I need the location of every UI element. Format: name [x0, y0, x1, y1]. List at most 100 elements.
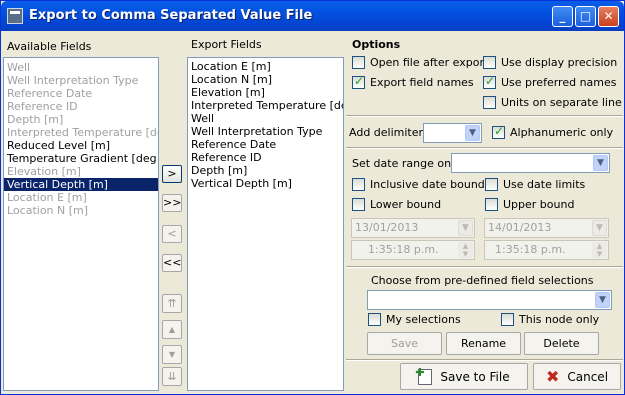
remove-all-fields-button[interactable]: <<: [162, 254, 182, 272]
open-file-after-export-checkbox[interactable]: Open file after export: [352, 56, 488, 69]
export-field-item[interactable]: Reference ID: [188, 151, 343, 164]
lower-time-value: 1:35:18 p.m.: [368, 243, 439, 256]
checkbox-box[interactable]: [492, 124, 505, 139]
checkbox-box[interactable]: [352, 198, 365, 211]
move-bottom-icon[interactable]: ⇊: [162, 367, 182, 386]
available-field-item[interactable]: Well Interpretation Type: [4, 74, 158, 87]
cancel-icon: ✖: [545, 367, 560, 386]
inclusive-date-bounds-checkbox[interactable]: Inclusive date bounds: [352, 178, 491, 191]
checkbox-box[interactable]: [483, 56, 496, 69]
available-field-item[interactable]: Location N [m]: [4, 204, 158, 217]
lower-bound-checkbox[interactable]: Lower bound: [352, 198, 441, 211]
upper-date-value: 14/01/2013: [488, 221, 552, 234]
predefined-selections-select[interactable]: ▼: [367, 290, 612, 310]
rename-selection-button[interactable]: Rename: [446, 332, 521, 355]
dropdown-arrow-icon[interactable]: ▼: [593, 155, 608, 171]
cancel-button[interactable]: ✖ Cancel: [533, 363, 621, 390]
checkbox-box[interactable]: [501, 313, 514, 326]
checkbox-box[interactable]: [483, 74, 496, 89]
export-field-item[interactable]: Depth [m]: [188, 164, 343, 177]
alphanumeric-only-checkbox[interactable]: Alphanumeric only: [492, 124, 613, 139]
available-field-item[interactable]: Temperature Gradient [deg C/m]: [4, 152, 158, 165]
add-delimiters-label: Add delimiters: [349, 126, 429, 139]
checkbox-box[interactable]: [485, 198, 498, 211]
export-dialog: Export to Comma Separated Value File _ □…: [0, 0, 625, 395]
divider: [346, 147, 623, 149]
maximize-button[interactable]: □: [575, 6, 596, 27]
export-fields-header: Export Fields: [191, 38, 262, 51]
minimize-button[interactable]: _: [552, 6, 573, 27]
save-to-file-button[interactable]: ✚ Save to File: [400, 363, 528, 390]
upper-bound-checkbox[interactable]: Upper bound: [485, 198, 574, 211]
available-field-item[interactable]: Reduced Level [m]: [4, 139, 158, 152]
dropdown-arrow-icon[interactable]: ▼: [595, 292, 610, 308]
checkbox-label: Export field names: [370, 76, 474, 89]
checkbox-box[interactable]: [485, 178, 498, 191]
lower-date-value: 13/01/2013: [355, 221, 419, 234]
export-field-item[interactable]: Elevation [m]: [188, 86, 343, 99]
date-range-select[interactable]: ▼: [451, 153, 610, 173]
available-field-item[interactable]: Reference Date: [4, 87, 158, 100]
upper-date-picker[interactable]: 14/01/2013 ▼: [484, 218, 609, 238]
export-field-item[interactable]: Location N [m]: [188, 73, 343, 86]
checkbox-box[interactable]: [352, 178, 365, 191]
this-node-only-checkbox[interactable]: This node only: [501, 313, 599, 326]
available-field-item[interactable]: Elevation [m]: [4, 165, 158, 178]
upper-time-spinner[interactable]: 1:35:18 p.m. ▲ ▼: [484, 240, 609, 260]
move-down-icon[interactable]: ▼: [162, 345, 182, 364]
available-field-item[interactable]: Vertical Depth [m]: [4, 178, 158, 191]
checkbox-label: Inclusive date bounds: [370, 178, 491, 191]
spinner-arrows-icon[interactable]: ▲ ▼: [592, 242, 607, 258]
checkbox-label: Units on separate line: [501, 96, 622, 109]
export-field-item[interactable]: Interpreted Temperature [deg C]: [188, 99, 343, 112]
move-top-icon[interactable]: ⇈: [162, 294, 182, 313]
spinner-arrows-icon[interactable]: ▲ ▼: [458, 242, 473, 258]
export-fields-list[interactable]: Location E [m] Location N [m] Elevation [m…: [187, 57, 344, 391]
predefined-selections-header: Choose from pre-defined field selections: [371, 274, 594, 287]
title-bar[interactable]: Export to Comma Separated Value File _ □…: [1, 1, 624, 31]
available-fields-header: Available Fields: [7, 40, 92, 53]
export-field-names-checkbox[interactable]: Export field names: [352, 74, 474, 89]
available-field-item[interactable]: Depth [m]: [4, 113, 158, 126]
cancel-label: Cancel: [567, 369, 609, 384]
dropdown-arrow-icon[interactable]: ▼: [458, 220, 473, 236]
move-up-icon[interactable]: ▲: [162, 320, 182, 339]
use-preferred-names-checkbox[interactable]: Use preferred names: [483, 74, 617, 89]
checkbox-label: Upper bound: [503, 198, 575, 211]
dropdown-arrow-icon[interactable]: ▼: [592, 220, 607, 236]
divider: [346, 115, 623, 117]
export-field-item[interactable]: Vertical Depth [m]: [188, 177, 343, 190]
export-field-item[interactable]: Well: [188, 112, 343, 125]
use-date-limits-checkbox[interactable]: Use date limits: [485, 178, 585, 191]
available-fields-list[interactable]: Well Well Interpretation Type Reference Da…: [3, 57, 159, 391]
units-on-separate-line-checkbox[interactable]: Units on separate line: [483, 96, 622, 109]
delete-selection-button[interactable]: Delete: [524, 332, 599, 355]
checkbox-label: This node only: [519, 313, 600, 326]
checkbox-box[interactable]: [352, 56, 365, 69]
lower-date-picker[interactable]: 13/01/2013 ▼: [351, 218, 475, 238]
add-all-fields-button[interactable]: >>: [162, 194, 182, 212]
available-field-item[interactable]: Interpreted Temperature [deg C]: [4, 126, 158, 139]
dropdown-arrow-icon[interactable]: ▼: [465, 125, 480, 141]
lower-time-spinner[interactable]: 1:35:18 p.m. ▲ ▼: [351, 240, 475, 260]
export-field-item[interactable]: Well Interpretation Type: [188, 125, 343, 138]
available-field-item[interactable]: Well: [4, 61, 158, 74]
export-field-item[interactable]: Reference Date: [188, 138, 343, 151]
checkbox-box[interactable]: [368, 313, 381, 326]
available-field-item[interactable]: Location E [m]: [4, 191, 158, 204]
divider: [346, 359, 623, 361]
checkbox-label: Use date limits: [503, 178, 586, 191]
add-delimiters-select[interactable]: ▼: [423, 123, 482, 143]
add-field-button[interactable]: >: [162, 165, 182, 183]
use-display-precision-checkbox[interactable]: Use display precision: [483, 56, 617, 69]
available-field-item[interactable]: Reference ID: [4, 100, 158, 113]
my-selections-checkbox[interactable]: My selections: [368, 313, 461, 326]
checkbox-label: Open file after export: [370, 56, 489, 69]
checkbox-label: Lower bound: [370, 198, 442, 211]
checkbox-box[interactable]: [483, 96, 496, 109]
close-button[interactable]: ✕: [598, 6, 619, 27]
export-field-item[interactable]: Location E [m]: [188, 60, 343, 73]
checkbox-box[interactable]: [352, 74, 365, 89]
save-selection-button[interactable]: Save: [367, 332, 442, 355]
remove-field-button[interactable]: <: [162, 225, 182, 243]
